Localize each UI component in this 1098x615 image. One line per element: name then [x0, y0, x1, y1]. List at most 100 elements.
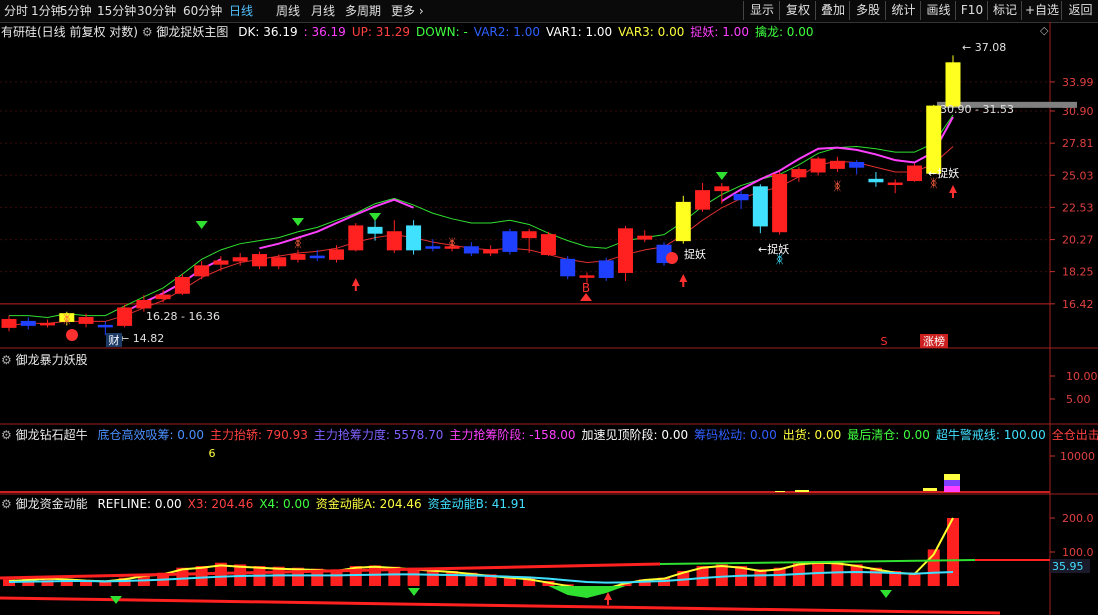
tab-8[interactable]: 月线: [311, 3, 335, 19]
cap-up-signal-icon: [604, 592, 612, 600]
candle-body: [232, 257, 248, 262]
candle-body: [78, 317, 94, 324]
s-mark: S: [881, 335, 888, 348]
zhuoyao-line-0: [124, 258, 222, 313]
settings-icon[interactable]: ⚙: [142, 25, 153, 39]
candle-body: [560, 258, 576, 277]
price-label: 20.27: [1062, 234, 1094, 247]
candle-body: [675, 201, 691, 242]
indicator-name[interactable]: 御龙钻石超牛: [16, 428, 88, 442]
zhuoyao-label-2: ←捉妖: [758, 242, 789, 256]
green-signal-icon: [195, 221, 208, 229]
cap-bar: [234, 564, 247, 586]
indicator-params: DK: 36.19: 36.19 UP: 31.29 DOWN: - VAR2: 1.…: [232, 25, 813, 39]
tab-3[interactable]: 15分钟: [97, 3, 136, 19]
zhangbang-label: 涨榜: [923, 334, 945, 348]
p3-bar-2: [923, 488, 937, 491]
butterfly-icon: ᛤ: [834, 179, 841, 193]
toolbar-button-7[interactable]: 标记: [987, 1, 1022, 20]
toolbar-button-9[interactable]: 返回: [1061, 1, 1098, 20]
candle-body: [791, 169, 807, 178]
candle-body: [59, 313, 75, 322]
toolbar-button-6[interactable]: F10: [955, 1, 988, 20]
tab-0[interactable]: 分时: [4, 3, 28, 19]
p3-axis-label: 10000: [1060, 450, 1095, 463]
price-label: 18.25: [1062, 266, 1094, 279]
param-1: : 36.19: [303, 25, 346, 39]
param-2: X4: 0.00: [259, 497, 310, 511]
upper-band-line: [9, 114, 954, 319]
tab-1[interactable]: 1分钟: [31, 3, 63, 19]
settings-icon[interactable]: ⚙: [1, 353, 12, 367]
cap-bar: [638, 579, 651, 586]
cap-bar: [619, 582, 632, 586]
cap-down-signal-icon: [880, 590, 892, 598]
cap-bar: [407, 567, 420, 586]
cap-bar: [754, 569, 767, 586]
indicator-name[interactable]: 御龙资金动能: [16, 497, 88, 511]
green-signal-icon: [369, 213, 382, 221]
cap-bar: [792, 562, 805, 586]
main-chart-title: 有研硅(日线 前复权 对数) ⚙ 御龙捉妖主图 DK: 36.19: 36.19…: [1, 24, 814, 40]
candle-body: [463, 246, 479, 254]
tab-5[interactable]: 60分钟: [183, 3, 222, 19]
tab-9[interactable]: 多周期: [345, 3, 381, 19]
six-label: 6: [209, 447, 216, 460]
toolbar-button-5[interactable]: 画线: [920, 1, 956, 20]
cap-bar: [812, 561, 825, 586]
cap-bar: [561, 584, 574, 586]
settings-icon[interactable]: ⚙: [1, 428, 12, 442]
candle-body: [1, 318, 17, 328]
toolbar-button-4[interactable]: 统计: [885, 1, 921, 20]
toolbar-button-3[interactable]: 多股: [849, 1, 886, 20]
candle-body: [502, 231, 518, 252]
cap-bar: [465, 572, 478, 586]
param-8: 擒龙: 0.00: [754, 25, 814, 39]
stock-name: 有研硅(日线 前复权 对数): [1, 25, 138, 39]
cap-bar: [927, 549, 940, 586]
p2-axis-label: 5.00: [1066, 393, 1091, 406]
p3-stack-0: [944, 474, 960, 480]
candle-body: [20, 320, 36, 326]
price-label: 25.03: [1062, 169, 1094, 182]
settings-icon[interactable]: ⚙: [1, 497, 12, 511]
toolbar-button-2[interactable]: 叠加: [815, 1, 850, 20]
green-signal-icon: [715, 172, 728, 180]
candle-body: [579, 275, 595, 278]
toolbar-button-8[interactable]: +自选: [1021, 1, 1062, 20]
cap-bar: [908, 572, 921, 586]
cap-bar: [41, 576, 54, 586]
toolbar-button-0[interactable]: 显示: [743, 1, 780, 20]
cai-badge: [106, 333, 122, 347]
candle-body: [425, 246, 441, 249]
candle-body: [174, 277, 190, 294]
candle-body: [521, 231, 537, 239]
param-9: 全仓出击: 0: [1051, 428, 1098, 442]
buy-mark: B: [582, 281, 590, 295]
cap-negative-fill: [548, 586, 626, 598]
price-label: 22.53: [1062, 201, 1094, 214]
tab-10[interactable]: 更多 ›: [391, 3, 424, 19]
cap-bar: [850, 564, 863, 586]
cap-down-signal-icon: [110, 596, 122, 604]
zhuoyao-label-1: 捉妖: [684, 247, 706, 261]
candle-body: [271, 257, 287, 267]
butterfly-icon: ᛤ: [294, 236, 301, 250]
param-2: 主力抢筹力度: 5578.70: [313, 428, 444, 442]
tab-2[interactable]: 5分钟: [60, 3, 92, 19]
tab-4[interactable]: 30分钟: [137, 3, 176, 19]
indicator-name[interactable]: 御龙捉妖主图: [156, 25, 228, 39]
tab-6[interactable]: 日线: [229, 3, 253, 19]
chart-canvas[interactable]: 33.99 30.90 27.81 25.03 22.53 20.27 18.25 16.42…: [0, 0, 1098, 615]
diamond-icon[interactable]: ◇: [1040, 24, 1048, 37]
toolbar-button-1[interactable]: 复权: [779, 1, 816, 20]
panel2-title: ⚙ 御龙暴力妖股: [1, 352, 88, 368]
indicator-name[interactable]: 御龙暴力妖股: [16, 353, 88, 367]
candle-body: [155, 294, 171, 300]
candle-body: [926, 105, 942, 174]
param-1: 主力抬轿: 790.93: [210, 428, 308, 442]
candle-body: [887, 182, 903, 186]
indicator-params: REFLINE: 0.00 X3: 204.46 X4: 0.00 资金动能A: 20…: [91, 497, 526, 511]
tab-7[interactable]: 周线: [276, 3, 300, 19]
param-0: REFLINE: 0.00: [97, 497, 182, 511]
